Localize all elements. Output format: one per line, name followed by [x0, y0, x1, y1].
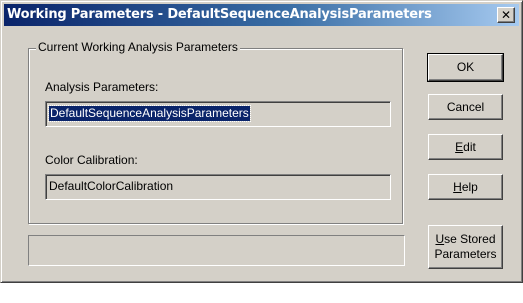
color-calibration-field[interactable]: DefaultColorCalibration [45, 174, 391, 200]
groupbox-title: Current Working Analysis Parameters [36, 40, 240, 55]
analysis-parameters-field[interactable]: DefaultSequenceAnalysisParameters [45, 101, 391, 127]
window-title: Working Parameters - DefaultSequenceAnal… [7, 7, 432, 22]
use-stored-parameters-button[interactable]: Use Stored Parameters [428, 225, 503, 269]
help-button-label: Help [453, 180, 478, 195]
analysis-parameters-value: DefaultSequenceAnalysisParameters [48, 105, 251, 122]
use-stored-line1-rest: se Stored [444, 232, 496, 246]
close-button[interactable]: ✕ [497, 7, 515, 23]
working-parameters-dialog: Working Parameters - DefaultSequenceAnal… [0, 0, 523, 283]
status-panel [28, 235, 405, 266]
edit-button[interactable]: Edit [428, 134, 503, 160]
help-label-rest: elp [461, 179, 478, 194]
color-calibration-value: DefaultColorCalibration [49, 179, 174, 193]
edit-label-rest: dit [463, 139, 476, 154]
close-icon: ✕ [500, 8, 512, 22]
cancel-button-label: Cancel [446, 99, 485, 114]
edit-mnemonic: E [455, 139, 464, 154]
cancel-button[interactable]: Cancel [428, 94, 503, 120]
ok-button[interactable]: OK [427, 53, 504, 82]
edit-button-label: Edit [455, 140, 476, 155]
analysis-parameters-label: Analysis Parameters: [45, 80, 159, 94]
color-calibration-label: Color Calibration: [45, 153, 138, 167]
use-stored-mnemonic: U [435, 232, 445, 246]
use-stored-line1: Use Stored [435, 232, 495, 247]
ok-button-label: OK [456, 60, 475, 74]
use-stored-line2: Parameters [434, 247, 497, 261]
title-bar[interactable]: Working Parameters - DefaultSequenceAnal… [4, 4, 519, 26]
help-button[interactable]: Help [428, 174, 503, 200]
help-mnemonic: H [453, 179, 462, 194]
